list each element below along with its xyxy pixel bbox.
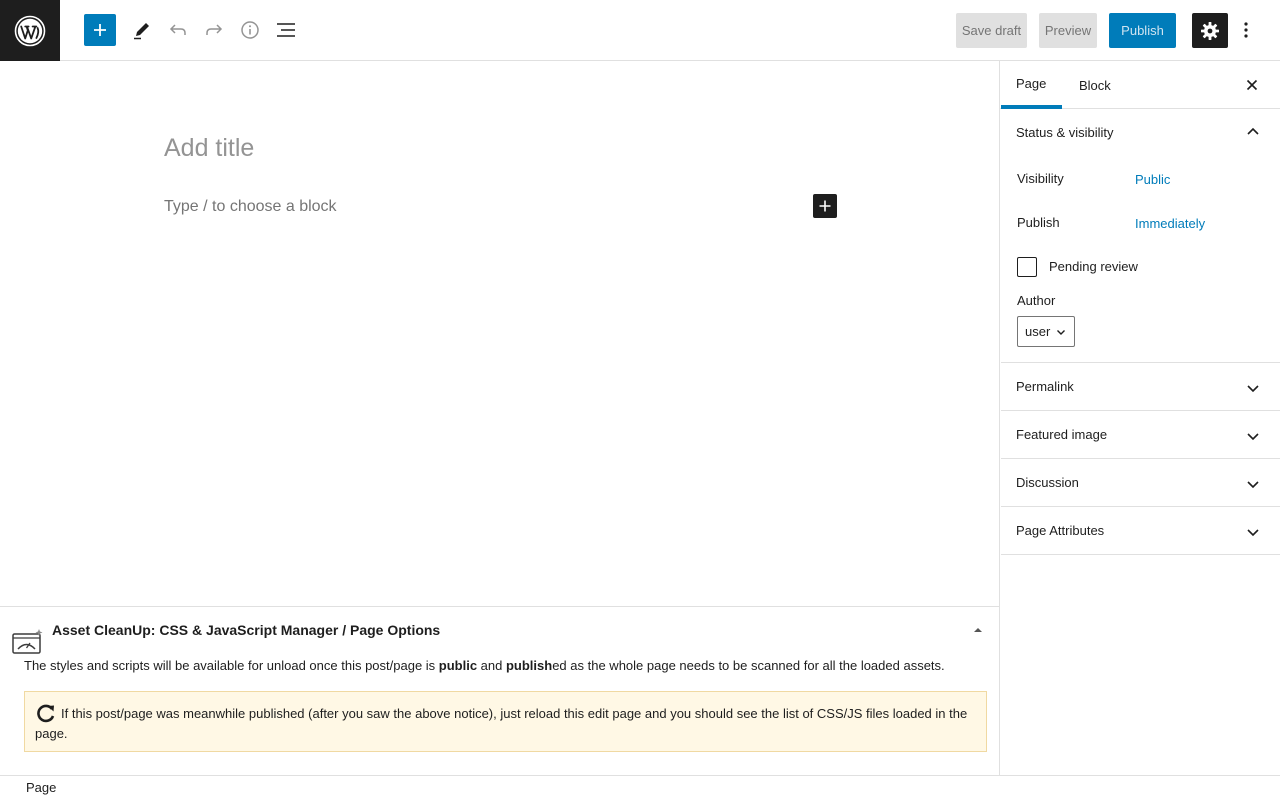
visibility-toggle[interactable]: Public <box>1135 172 1170 187</box>
page-attributes-panel[interactable]: Page Attributes <box>1001 507 1280 555</box>
publish-label: Publish <box>1017 215 1060 230</box>
status-visibility-panel: Status & visibility Visibility Public Pu… <box>1001 109 1280 363</box>
list-view-icon <box>277 23 295 37</box>
panel-title: Discussion <box>1016 475 1079 490</box>
author-label: Author <box>1017 293 1056 308</box>
undo-button[interactable] <box>162 14 194 46</box>
details-button[interactable] <box>234 14 266 46</box>
settings-button[interactable] <box>1192 13 1228 48</box>
redo-icon <box>206 24 223 35</box>
breadcrumb[interactable]: Page <box>26 780 56 795</box>
chevron-down-icon <box>1247 385 1259 393</box>
info-icon <box>241 21 259 39</box>
chevron-down-icon <box>1247 433 1259 441</box>
publish-button[interactable]: Publish <box>1109 13 1176 48</box>
chevron-up-icon[interactable] <box>1245 124 1261 140</box>
chevron-down-icon <box>1057 329 1066 335</box>
pencil-icon <box>134 23 149 40</box>
post-title-input[interactable]: Add title <box>164 134 254 163</box>
panel-title: Permalink <box>1016 379 1074 394</box>
wordpress-logo-button[interactable] <box>0 0 60 61</box>
wordpress-icon <box>14 15 46 46</box>
redo-button[interactable] <box>198 14 230 46</box>
panel-title: Featured image <box>1016 427 1108 442</box>
sidebar-tabs: Page Block <box>1000 61 1280 109</box>
more-vertical-icon <box>1244 22 1248 38</box>
discussion-panel[interactable]: Discussion <box>1001 459 1280 507</box>
plus-icon <box>94 24 106 36</box>
plus-icon <box>819 200 831 212</box>
visibility-label: Visibility <box>1017 171 1064 186</box>
reload-notice: If this post/page was meanwhile publishe… <box>24 691 987 752</box>
gear-icon <box>1201 21 1219 40</box>
chevron-down-icon <box>1247 481 1259 489</box>
pending-review-checkbox[interactable] <box>1017 257 1037 277</box>
tab-page[interactable]: Page <box>1001 61 1062 109</box>
save-draft-button[interactable]: Save draft <box>956 13 1027 48</box>
pending-review-label[interactable]: Pending review <box>1049 259 1138 274</box>
featured-image-panel[interactable]: Featured image <box>1001 411 1280 459</box>
block-inserter-button[interactable] <box>84 14 116 46</box>
editor-header: Save draft Preview Publish <box>0 0 1280 61</box>
default-block-appender[interactable]: Type / to choose a block <box>164 198 337 216</box>
asset-cleanup-logo-icon <box>12 629 43 654</box>
settings-sidebar: Page Block Status & visibility Visibilit… <box>999 61 1280 775</box>
add-block-button[interactable] <box>813 194 837 218</box>
metabox-description: The styles and scripts will be available… <box>24 658 945 673</box>
author-select-value: user <box>1025 324 1051 339</box>
undo-icon <box>169 24 186 35</box>
permalink-panel[interactable]: Permalink <box>1001 363 1280 411</box>
reload-notice-text: If this post/page was meanwhile publishe… <box>35 706 968 741</box>
block-breadcrumb-bar: Page <box>0 775 1280 800</box>
status-visibility-toggle[interactable]: Status & visibility <box>1016 125 1114 140</box>
editor-canvas: Add title Type / to choose a block <box>0 61 999 606</box>
list-view-button[interactable] <box>270 14 302 46</box>
tools-button[interactable] <box>126 14 158 46</box>
asset-cleanup-metabox: Asset CleanUp: CSS & JavaScript Manager … <box>0 606 999 775</box>
reload-icon <box>37 704 55 723</box>
publish-date-toggle[interactable]: Immediately <box>1135 216 1205 231</box>
close-icon <box>1246 79 1258 91</box>
panel-title: Page Attributes <box>1016 523 1105 538</box>
chevron-down-icon <box>1247 529 1259 537</box>
metabox-title: Asset CleanUp: CSS & JavaScript Manager … <box>52 622 441 638</box>
tab-block[interactable]: Block <box>1079 61 1111 109</box>
collapse-toggle-icon[interactable] <box>972 624 984 636</box>
author-select[interactable]: user <box>1017 316 1075 347</box>
more-options-button[interactable] <box>1232 14 1260 46</box>
preview-button[interactable]: Preview <box>1039 13 1097 48</box>
close-sidebar-button[interactable] <box>1240 73 1264 97</box>
